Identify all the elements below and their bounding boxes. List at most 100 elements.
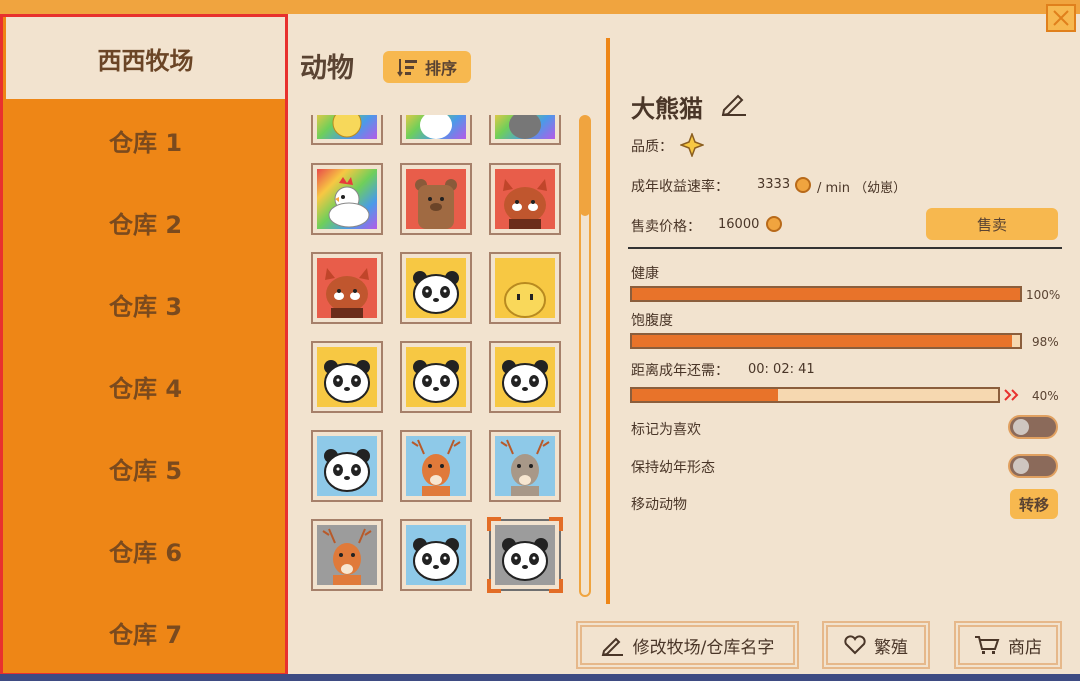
close-icon <box>1053 10 1069 26</box>
animal-tile-deer[interactable] <box>311 519 383 591</box>
edit-name-icon[interactable] <box>720 90 748 116</box>
animal-tile-panda[interactable] <box>311 430 383 502</box>
animal-tile-gray-cat[interactable] <box>489 115 561 145</box>
sort-button[interactable]: 排序 <box>383 51 471 83</box>
animal-tile-panda[interactable] <box>487 517 563 593</box>
rename-button[interactable]: 修改牧场/仓库名字 <box>578 623 797 667</box>
growth-bar <box>630 387 1000 403</box>
panda-icon <box>495 525 555 585</box>
panda-icon <box>495 347 555 407</box>
adult-time-label: 距离成年还需： <box>631 363 729 379</box>
move-animal-label: 移动动物 <box>631 497 687 513</box>
animal-tile-gray-deer[interactable] <box>489 430 561 502</box>
panel-divider <box>606 38 610 604</box>
coin-icon <box>795 177 811 193</box>
fast-forward-icon <box>1004 389 1019 401</box>
panda-icon <box>317 436 377 496</box>
satiety-percent: 98% <box>1032 335 1059 349</box>
price-label: 售卖价格： <box>631 219 701 235</box>
adult-time-value: 00: 02: 41 <box>748 362 815 377</box>
rainbow-chick-icon <box>317 115 377 139</box>
health-percent: 100% <box>1026 288 1061 302</box>
sort-icon <box>397 59 417 77</box>
shop-button[interactable]: 商店 <box>956 623 1060 667</box>
animal-tile-red-panda[interactable] <box>311 252 383 324</box>
star-quality-icon <box>680 133 704 157</box>
selection-corner <box>487 579 501 593</box>
sort-label: 排序 <box>424 59 457 78</box>
keep-young-toggle[interactable] <box>1008 454 1058 478</box>
animal-tile-red-panda[interactable] <box>489 163 561 235</box>
panda-icon <box>406 347 466 407</box>
favorite-toggle[interactable] <box>1008 415 1058 439</box>
move-button[interactable]: 转移 <box>1010 489 1058 519</box>
pencil-icon <box>601 637 623 656</box>
heart-icon <box>844 635 866 655</box>
sidebar-item-warehouse-4[interactable]: 仓库 4 <box>6 345 285 427</box>
sidebar-item-warehouse-2[interactable]: 仓库 2 <box>6 181 285 263</box>
deer-icon <box>317 525 377 585</box>
gray-cat-icon <box>495 115 555 139</box>
rate-unit: / min （幼崽） <box>817 181 907 196</box>
sell-button[interactable]: 售卖 <box>926 208 1058 240</box>
deer-icon <box>406 436 466 496</box>
animal-tile-rainbow-chick[interactable] <box>311 115 383 145</box>
panda-icon <box>406 258 466 318</box>
animal-grid <box>305 115 570 597</box>
animal-tile-panda[interactable] <box>400 341 472 413</box>
toggle-knob <box>1013 419 1029 435</box>
coin-icon <box>766 216 782 232</box>
selection-corner <box>487 517 501 531</box>
sidebar-item-warehouse-1[interactable]: 仓库 1 <box>6 99 285 181</box>
growth-percent: 40% <box>1032 389 1059 403</box>
animal-name: 大熊猫 <box>631 95 703 123</box>
animal-tile-deer[interactable] <box>400 430 472 502</box>
animal-tile-white-cat[interactable] <box>400 115 472 145</box>
quality-label: 品质： <box>631 139 673 155</box>
breed-label: 繁殖 <box>874 637 908 658</box>
red-panda-icon <box>495 169 555 229</box>
white-cat-icon <box>406 115 466 139</box>
animal-tile-chicken[interactable] <box>311 163 383 235</box>
keep-young-label: 保持幼年形态 <box>631 460 715 476</box>
selection-corner <box>549 517 563 531</box>
sidebar-item-warehouse-3[interactable]: 仓库 3 <box>6 263 285 345</box>
red-panda-icon <box>317 258 377 318</box>
cart-icon <box>975 636 1000 654</box>
animal-tile-panda[interactable] <box>400 519 472 591</box>
panda-icon <box>317 347 377 407</box>
scrollbar-thumb[interactable] <box>580 116 590 216</box>
toggle-knob <box>1013 458 1029 474</box>
storage-sidebar: 西西牧场 仓库 1 仓库 2 仓库 3 仓库 4 仓库 5 仓库 6 仓库 7 <box>0 14 288 676</box>
animal-tile-panda[interactable] <box>400 252 472 324</box>
rename-label: 修改牧场/仓库名字 <box>632 637 775 658</box>
rate-value: 3333 <box>757 177 791 192</box>
health-bar <box>630 286 1022 302</box>
animal-tile-panda[interactable] <box>311 341 383 413</box>
animal-tile-yellow-blob[interactable] <box>489 252 561 324</box>
breed-button[interactable]: 繁殖 <box>824 623 928 667</box>
chicken-icon <box>317 169 377 229</box>
satiety-label: 饱腹度 <box>631 313 673 329</box>
sidebar-item-warehouse-5[interactable]: 仓库 5 <box>6 427 285 509</box>
satiety-bar <box>630 333 1022 349</box>
sidebar-item-warehouse-6[interactable]: 仓库 6 <box>6 509 285 591</box>
sidebar-item-warehouse-7[interactable]: 仓库 7 <box>6 591 285 673</box>
close-button[interactable] <box>1046 4 1076 32</box>
shop-label: 商店 <box>1008 637 1042 658</box>
brown-bear-icon <box>406 169 466 229</box>
detail-divider <box>628 247 1062 249</box>
favorite-label: 标记为喜欢 <box>631 422 701 438</box>
window-top-bar <box>0 0 1080 14</box>
window-bottom-edge <box>0 674 1080 681</box>
animals-title: 动物 <box>300 53 354 84</box>
gray-deer-icon <box>495 436 555 496</box>
panda-icon <box>406 525 466 585</box>
animal-tile-panda[interactable] <box>489 341 561 413</box>
rate-label: 成年收益速率： <box>631 179 729 195</box>
selection-corner <box>549 579 563 593</box>
yellow-blob-icon <box>495 258 555 318</box>
health-label: 健康 <box>631 266 659 282</box>
sidebar-item-ranch[interactable]: 西西牧场 <box>6 17 285 99</box>
animal-tile-brown-bear[interactable] <box>400 163 472 235</box>
